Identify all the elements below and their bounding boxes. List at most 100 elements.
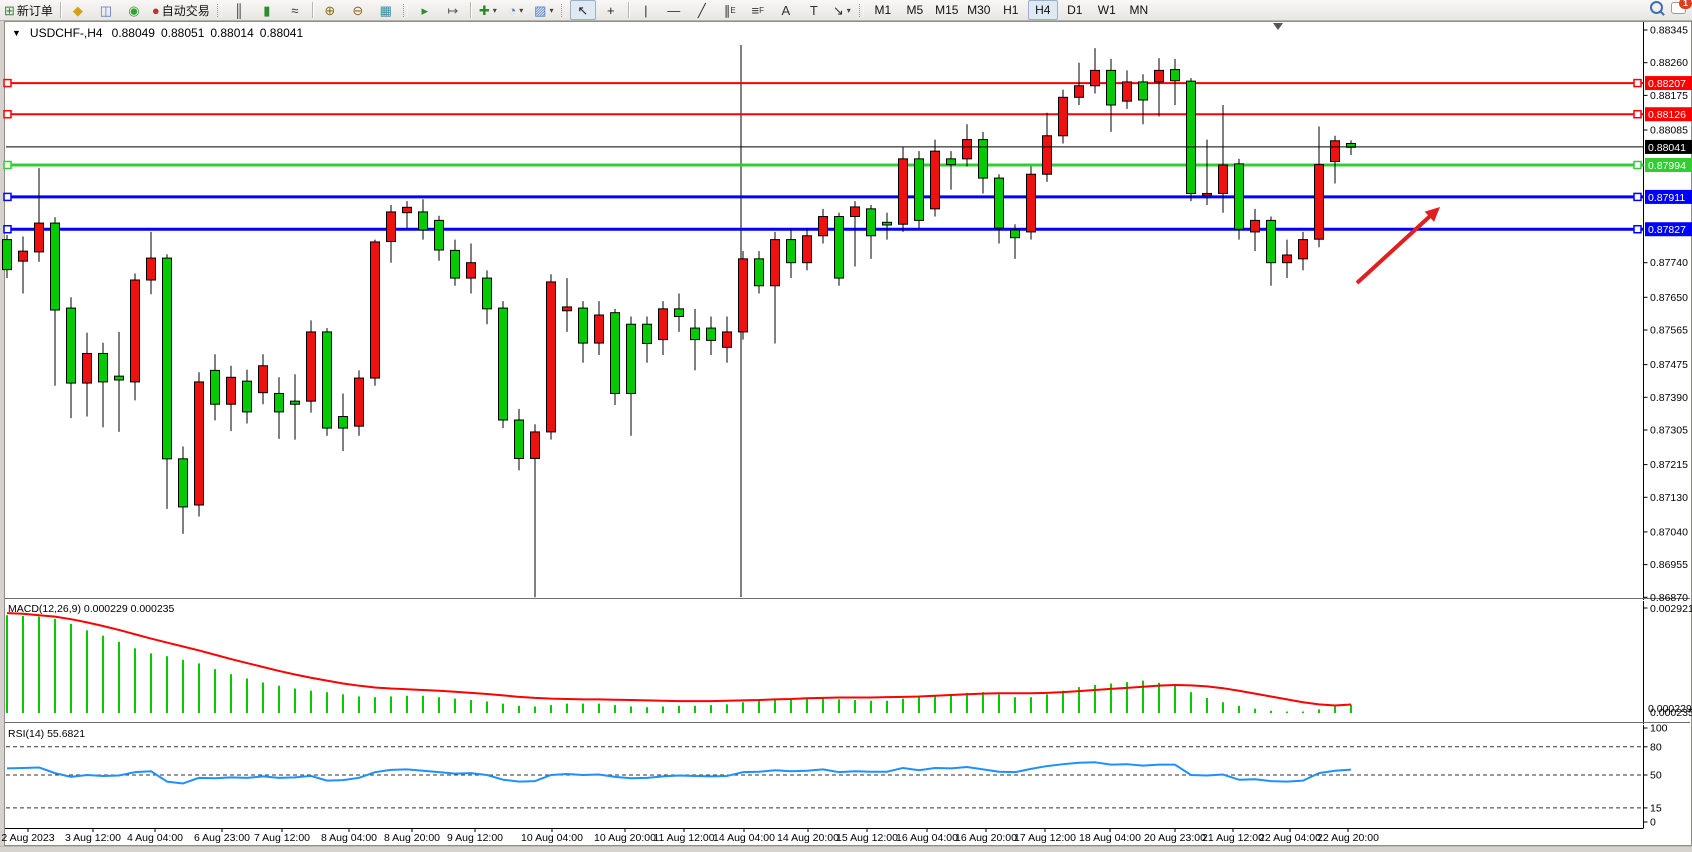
date-tick-label[interactable]: 18 Aug 04:00	[1079, 832, 1141, 844]
line-handle[interactable]	[4, 111, 11, 118]
line-handle[interactable]	[4, 80, 11, 87]
date-tick-label[interactable]: 17 Aug 12:00	[1014, 832, 1076, 844]
candle-body	[1171, 70, 1180, 81]
vertical-line-button[interactable]: |	[633, 0, 659, 20]
date-tick-label[interactable]: 6 Aug 23:00	[194, 832, 250, 844]
date-tick-label[interactable]: 10 Aug 04:00	[521, 832, 583, 844]
rsi-tick-label: 15	[1650, 802, 1662, 814]
candle-body	[787, 240, 796, 263]
equidistant-channel-button[interactable]: ∥E	[717, 0, 743, 20]
label-icon: T	[810, 4, 818, 17]
auto-scroll-icon: ▸	[422, 4, 429, 17]
date-tick-label[interactable]: 10 Aug 20:00	[594, 832, 656, 844]
tile-windows-button[interactable]: ▦	[373, 0, 399, 20]
date-tick-label[interactable]: 14 Aug 04:00	[713, 832, 775, 844]
candle-body	[707, 328, 716, 340]
timeframe-h4[interactable]: H4	[1028, 0, 1058, 20]
line-handle[interactable]	[4, 226, 11, 233]
periods-button[interactable]: ◔▾	[503, 0, 529, 20]
candle-body	[627, 324, 636, 393]
auto-scroll-button[interactable]: ▸	[412, 0, 438, 20]
candle-body	[963, 140, 972, 159]
date-tick-label[interactable]: 14 Aug 20:00	[777, 832, 839, 844]
chart-shift-button[interactable]: ↦	[440, 0, 466, 20]
timeframe-mn[interactable]: MN	[1124, 0, 1154, 20]
date-tick-label[interactable]: 2 Aug 2023	[1, 832, 54, 844]
template-icon: ▨	[534, 4, 546, 17]
candle-body	[595, 315, 604, 343]
date-tick-label[interactable]: 16 Aug 04:00	[896, 832, 958, 844]
price-tick-label: 0.86870	[1650, 592, 1688, 604]
new-order-button-label: 新订单	[17, 2, 53, 19]
new-order-icon: ⊞	[4, 4, 15, 17]
timeframe-m15[interactable]: M15	[932, 0, 962, 20]
candle-body	[19, 251, 28, 261]
date-tick-label[interactable]: 4 Aug 04:00	[127, 832, 183, 844]
timeframe-m30[interactable]: M30	[964, 0, 994, 20]
zoom-out-button[interactable]: ⊖	[345, 0, 371, 20]
timeframe-h1[interactable]: H1	[996, 0, 1026, 20]
horizontal-line-button[interactable]: —	[661, 0, 687, 20]
date-tick-label[interactable]: 20 Aug 23:00	[1144, 832, 1206, 844]
zoom-in-button[interactable]: ⊕	[317, 0, 343, 20]
line-chart-button[interactable]: ≈	[282, 0, 308, 20]
line-handle[interactable]	[1634, 193, 1641, 200]
line-handle[interactable]	[1634, 80, 1641, 87]
templates-button[interactable]: ▨▾	[531, 0, 557, 20]
toolbar-separator	[312, 2, 313, 18]
candle-body	[883, 222, 892, 225]
arrows-button[interactable]: ↘▾	[829, 0, 855, 20]
candle-body	[195, 382, 204, 505]
date-tick-label[interactable]: 9 Aug 12:00	[447, 832, 503, 844]
date-tick-label[interactable]: 21 Aug 12:00	[1202, 832, 1264, 844]
candlestick-button[interactable]: ▮	[254, 0, 280, 20]
ohlc-close: 0.88041	[260, 26, 303, 40]
date-tick-label[interactable]: 3 Aug 12:00	[65, 832, 121, 844]
autotrading-button[interactable]: ●自动交易	[149, 0, 213, 20]
candle-body	[995, 178, 1004, 228]
chart-shift-icon: ↦	[447, 4, 458, 17]
chart-window-button[interactable]: ◫	[93, 0, 119, 20]
timeframe-d1[interactable]: D1	[1060, 0, 1090, 20]
date-tick-label[interactable]: 7 Aug 12:00	[254, 832, 310, 844]
rsi-tick-label: 0	[1650, 817, 1656, 829]
line-handle[interactable]	[1634, 111, 1641, 118]
crosshair-button[interactable]: +	[598, 0, 624, 20]
chevron-down-icon[interactable]: ▾	[549, 6, 553, 15]
trendline-button[interactable]: ╱	[689, 0, 715, 20]
timeframe-w1[interactable]: W1	[1092, 0, 1122, 20]
line-handle[interactable]	[1634, 226, 1641, 233]
text-label-button[interactable]: T	[801, 0, 827, 20]
date-tick-label[interactable]: 15 Aug 12:00	[836, 832, 898, 844]
chevron-down-icon[interactable]: ▾	[847, 6, 851, 15]
line-handle[interactable]	[4, 193, 11, 200]
new-order-button[interactable]: ⊞新订单	[1, 0, 56, 20]
timeframe-m1[interactable]: M1	[868, 0, 898, 20]
text-button[interactable]: A	[773, 0, 799, 20]
price-tick-label: 0.87215	[1650, 459, 1688, 471]
timeframe-m5[interactable]: M5	[900, 0, 930, 20]
signals-button[interactable]: ◉	[121, 0, 147, 20]
chat-icon[interactable]: 1	[1671, 2, 1686, 14]
date-tick-label[interactable]: 16 Aug 20:00	[955, 832, 1017, 844]
history-center-button[interactable]: ◆	[65, 0, 91, 20]
timeframe-m30-label: M30	[967, 3, 990, 17]
bar-chart-button[interactable]: ║	[226, 0, 252, 20]
date-tick-label[interactable]: 8 Aug 20:00	[384, 832, 440, 844]
candle-body	[931, 151, 940, 209]
date-tick-label[interactable]: 22 Aug 20:00	[1317, 832, 1379, 844]
candle-body	[483, 278, 492, 309]
date-tick-label[interactable]: 8 Aug 04:00	[321, 832, 377, 844]
search-icon[interactable]	[1650, 1, 1663, 14]
indicators-button[interactable]: ✚▾	[475, 0, 501, 20]
line-handle[interactable]	[1634, 161, 1641, 168]
candle-body	[1299, 240, 1308, 259]
date-tick-label[interactable]: 22 Aug 04:00	[1259, 832, 1321, 844]
symbol-dropdown-icon[interactable]: ▼	[12, 28, 21, 38]
cursor-button[interactable]: ↖	[570, 0, 596, 20]
date-tick-label[interactable]: 11 Aug 12:00	[653, 832, 714, 844]
chevron-down-icon[interactable]: ▾	[519, 6, 523, 15]
fibonacci-button[interactable]: ≡F	[745, 0, 771, 20]
chevron-down-icon[interactable]: ▾	[493, 6, 497, 15]
line-handle[interactable]	[4, 161, 11, 168]
